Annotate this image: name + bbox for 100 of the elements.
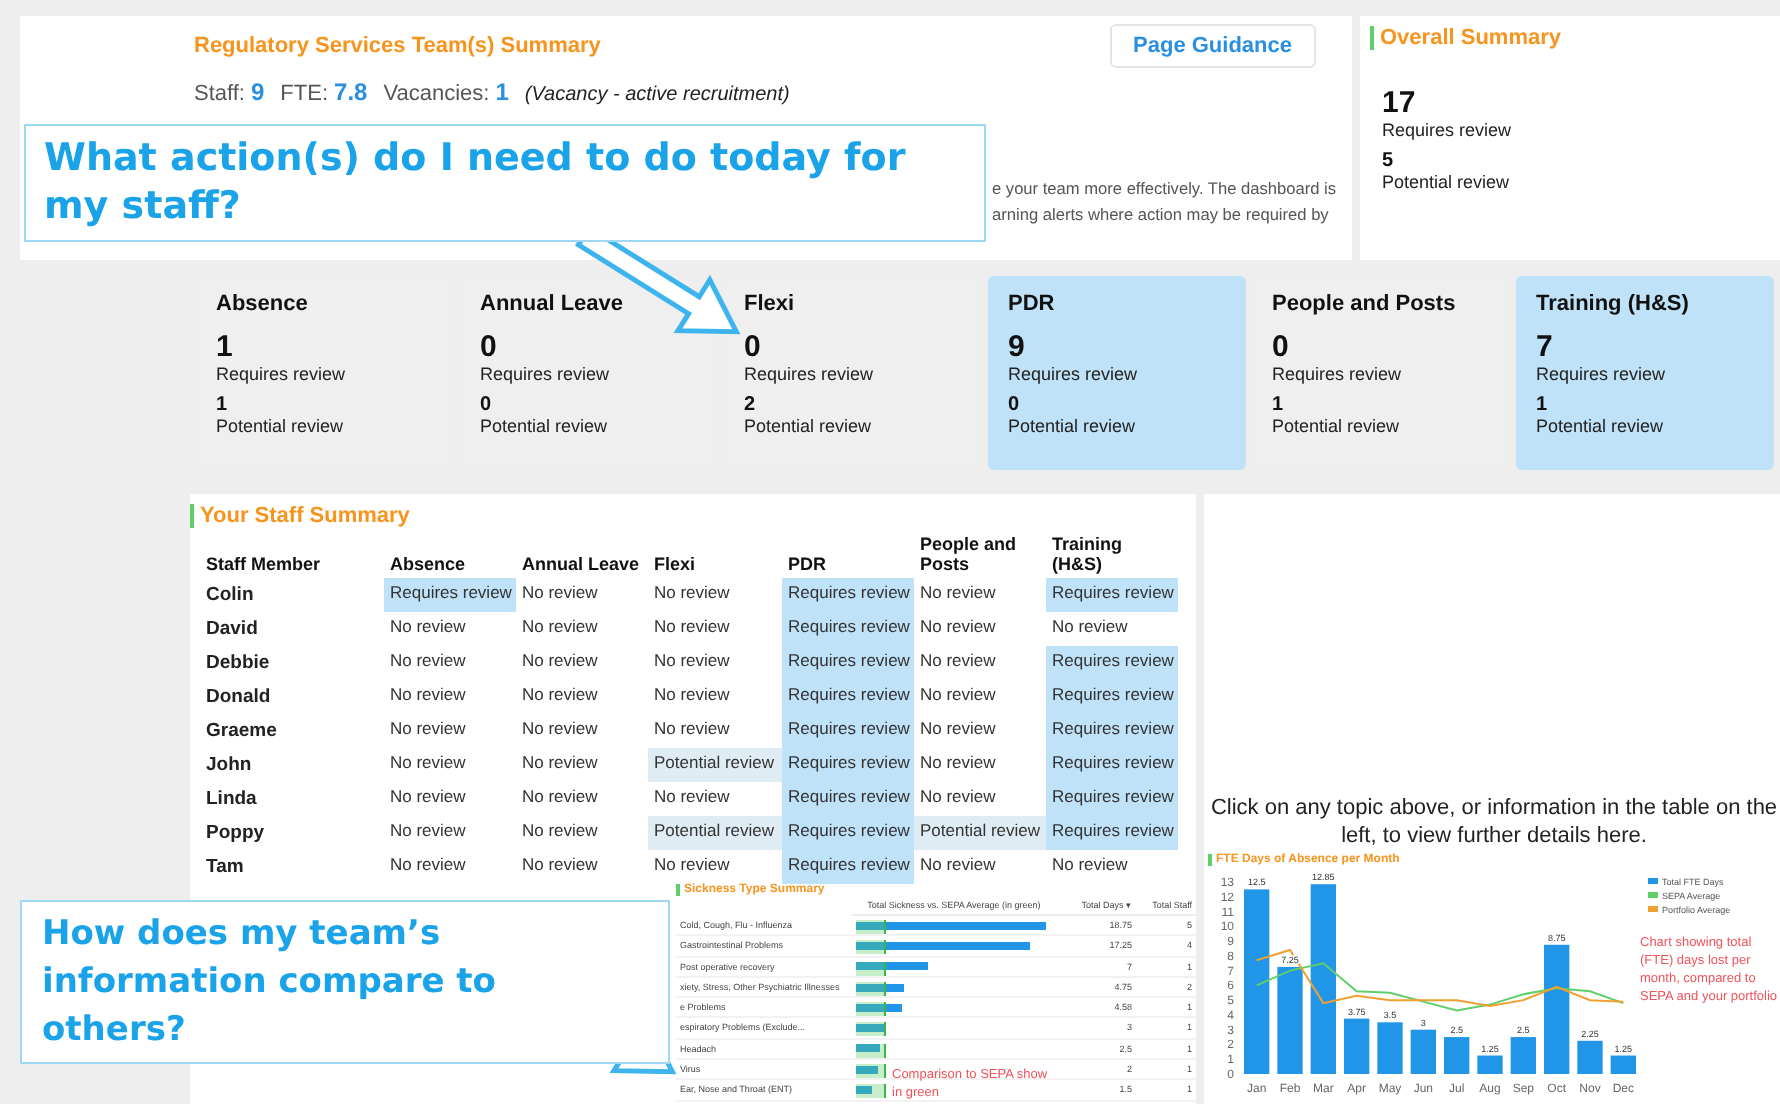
sepa-marker xyxy=(856,1002,886,1017)
potential-label: Potential review xyxy=(1008,416,1138,436)
review-status-cell[interactable]: Requires review xyxy=(384,578,516,612)
intro-text: e your team more effectively. The dashboard is xyxy=(992,176,1337,202)
review-status-cell[interactable]: Requires review xyxy=(1046,680,1178,714)
staff-name[interactable]: Debbie xyxy=(200,646,384,680)
sepa-marker xyxy=(856,940,886,955)
overall-summary-title: Overall Summary xyxy=(1370,26,1780,50)
review-status-cell[interactable]: Requires review xyxy=(1046,714,1178,748)
sepa-marker xyxy=(856,1084,886,1099)
staff-name[interactable]: John xyxy=(200,748,384,782)
potential-label: Potential review xyxy=(216,416,346,436)
staff-stat: FTE: 7.8 xyxy=(280,78,368,106)
bar xyxy=(1610,1055,1636,1074)
review-status-cell[interactable]: Requires review xyxy=(782,782,914,816)
requires-count: 17 xyxy=(1382,86,1418,120)
topic-card[interactable]: PDR 9 Requires review 0 Potential review xyxy=(988,276,1246,470)
potential-count: 1 xyxy=(1536,394,1550,416)
card-title: People and Posts xyxy=(1272,292,1458,316)
review-status-cell[interactable]: Requires review xyxy=(782,748,914,782)
review-status-cell[interactable]: Requires review xyxy=(782,850,914,884)
review-status-cell[interactable]: No review xyxy=(914,714,1046,748)
card-title: Annual Leave xyxy=(480,292,626,316)
review-status-cell[interactable]: Requires review xyxy=(1046,816,1178,850)
review-status-cell[interactable]: Requires review xyxy=(782,578,914,612)
review-status-cell[interactable]: No review xyxy=(1046,850,1178,884)
review-status-cell[interactable]: No review xyxy=(516,646,648,680)
requires-label: Requires review xyxy=(480,364,612,384)
review-status-cell[interactable]: No review xyxy=(914,578,1046,612)
topic-card[interactable]: Training (H&S) 7 Requires review 1 Potential review xyxy=(1516,276,1774,470)
review-status-cell[interactable]: No review xyxy=(516,748,648,782)
review-status-cell[interactable]: Requires review xyxy=(782,612,914,646)
potential-label: Potential review xyxy=(744,416,874,436)
bar xyxy=(1377,1022,1403,1074)
review-status-cell[interactable]: No review xyxy=(384,646,516,680)
review-status-cell[interactable]: No review xyxy=(384,748,516,782)
bar xyxy=(1577,1040,1603,1074)
review-status-cell[interactable]: No review xyxy=(648,612,782,646)
column-header: People and Posts xyxy=(918,536,1019,578)
review-status-cell[interactable]: Requires review xyxy=(782,816,914,850)
review-status-cell[interactable]: No review xyxy=(648,680,782,714)
review-status-cell[interactable]: No review xyxy=(516,680,648,714)
review-status-cell[interactable]: Requires review xyxy=(1046,782,1178,816)
review-status-cell[interactable]: No review xyxy=(516,782,648,816)
review-status-cell[interactable]: No review xyxy=(648,578,782,612)
requires-count: 0 xyxy=(480,330,499,364)
review-status-cell[interactable]: No review xyxy=(648,646,782,680)
review-status-cell[interactable]: No review xyxy=(914,612,1046,646)
review-status-cell[interactable]: No review xyxy=(914,850,1046,884)
review-status-cell[interactable]: No review xyxy=(648,782,782,816)
bar xyxy=(1544,944,1570,1074)
review-status-cell[interactable]: No review xyxy=(384,714,516,748)
card-title: Absence xyxy=(216,292,310,316)
staff-stat: Staff: 9 xyxy=(194,78,265,106)
staff-name[interactable]: Colin xyxy=(200,578,384,612)
review-status-cell[interactable]: No review xyxy=(648,714,782,748)
review-status-cell[interactable]: No review xyxy=(384,782,516,816)
staff-name[interactable]: David xyxy=(200,612,384,646)
review-status-cell[interactable]: No review xyxy=(516,612,648,646)
review-status-cell[interactable]: Requires review xyxy=(1046,748,1178,782)
review-status-cell[interactable]: No review xyxy=(516,816,648,850)
sepa-marker xyxy=(856,1043,886,1058)
review-status-cell[interactable]: Requires review xyxy=(782,646,914,680)
review-status-cell[interactable]: Requires review xyxy=(1046,578,1178,612)
review-status-cell[interactable]: No review xyxy=(914,748,1046,782)
review-status-cell[interactable]: No review xyxy=(1046,612,1178,646)
staff-name[interactable]: Donald xyxy=(200,680,384,714)
column-header: Training (H&S) xyxy=(1050,536,1125,578)
bar xyxy=(1510,1037,1536,1074)
review-status-cell[interactable]: Requires review xyxy=(1046,646,1178,680)
staff-stat: Vacancies: 1 xyxy=(383,78,509,106)
review-status-cell[interactable]: No review xyxy=(914,782,1046,816)
review-status-cell[interactable]: Potential review xyxy=(648,816,782,850)
bar xyxy=(1444,1037,1470,1074)
staff-name[interactable]: Graeme xyxy=(200,714,384,748)
review-status-cell[interactable]: Requires review xyxy=(782,714,914,748)
review-status-cell[interactable]: No review xyxy=(384,612,516,646)
review-status-cell[interactable]: No review xyxy=(914,680,1046,714)
potential-label: Potential review xyxy=(1382,172,1512,192)
review-status-cell[interactable]: No review xyxy=(648,850,782,884)
requires-label: Requires review xyxy=(1272,364,1404,384)
staff-name[interactable]: Poppy xyxy=(200,816,384,850)
staff-name[interactable]: Linda xyxy=(200,782,384,816)
sepa-marker xyxy=(856,981,886,996)
review-status-cell[interactable]: No review xyxy=(384,680,516,714)
review-status-cell[interactable]: No review xyxy=(516,850,648,884)
potential-count: 1 xyxy=(216,394,230,416)
column-header: PDR xyxy=(786,552,829,578)
staff-name[interactable]: Tam xyxy=(200,850,384,884)
review-status-cell[interactable]: No review xyxy=(384,816,516,850)
review-status-cell[interactable]: No review xyxy=(516,578,648,612)
review-status-cell[interactable]: No review xyxy=(914,646,1046,680)
review-status-cell[interactable]: Requires review xyxy=(782,680,914,714)
requires-count: 9 xyxy=(1008,330,1027,364)
review-status-cell[interactable]: No review xyxy=(384,850,516,884)
review-status-cell[interactable]: Potential review xyxy=(648,748,782,782)
requires-count: 0 xyxy=(1272,330,1291,364)
review-status-cell[interactable]: No review xyxy=(516,714,648,748)
requires-count: 7 xyxy=(1536,330,1555,364)
review-status-cell[interactable]: Potential review xyxy=(914,816,1046,850)
